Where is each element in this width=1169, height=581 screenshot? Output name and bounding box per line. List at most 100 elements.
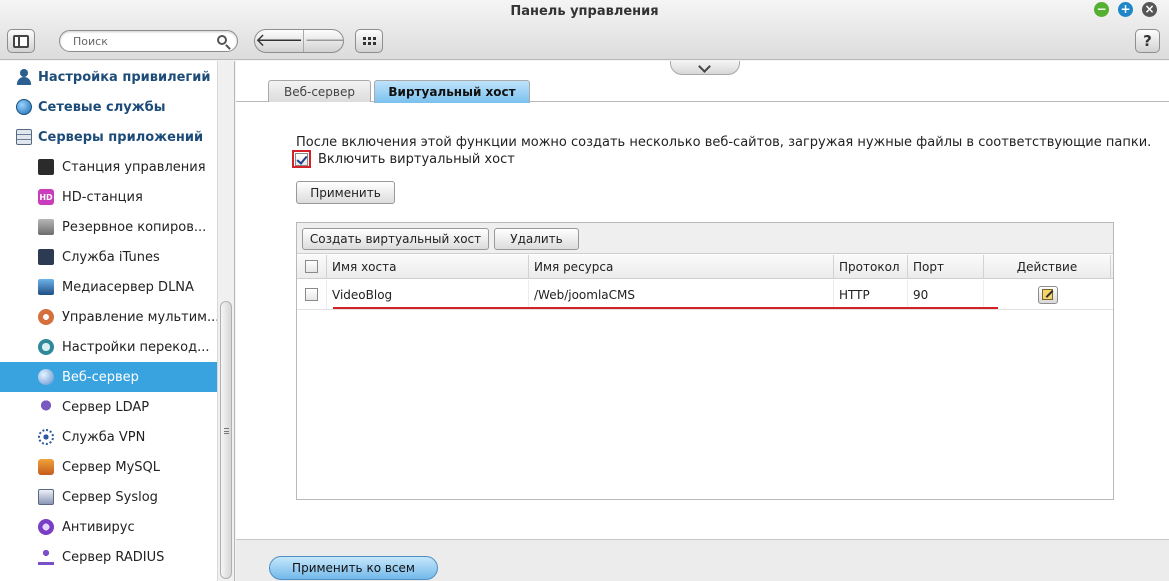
- backup-icon: [38, 219, 54, 235]
- vpn-icon: [38, 429, 54, 445]
- table-row[interactable]: VideoBlog /Web/joomlaCMS HTTP 90: [297, 280, 1113, 310]
- search-box[interactable]: [59, 30, 238, 52]
- vhost-description: После включения этой функции можно созда…: [296, 135, 1152, 150]
- minimize-button[interactable]: −: [1094, 2, 1109, 17]
- title-bar: Панель управления − + × 🡐 🡒 ?: [0, 0, 1169, 60]
- column-header-port[interactable]: Порт: [908, 255, 984, 278]
- sidebar-item-dlna[interactable]: Медиасервер DLNA: [0, 272, 217, 302]
- select-all-checkbox[interactable]: [305, 260, 318, 273]
- sidebar-item-mysql[interactable]: Сервер MySQL: [0, 452, 217, 482]
- sidebar-item-label: Сервер Syslog: [62, 489, 158, 505]
- sidebar-category-privileges[interactable]: Настройка привилегий: [0, 62, 217, 92]
- hd-station-icon: HD: [38, 189, 54, 205]
- search-input[interactable]: [73, 33, 213, 49]
- window-title: Панель управления: [510, 4, 659, 19]
- create-vhost-button[interactable]: Создать виртуальный хост: [302, 228, 489, 250]
- sidebar-item-label: Веб-сервер: [62, 369, 139, 385]
- column-header-host[interactable]: Имя хоста: [327, 255, 529, 278]
- sidebar: Настройка привилегий Сетевые службы Серв…: [0, 61, 235, 581]
- sidebar-item-label: Сервер MySQL: [62, 459, 161, 475]
- column-header-resource[interactable]: Имя ресурса: [529, 255, 834, 278]
- sidebar-category-label: Сетевые службы: [38, 99, 166, 115]
- sidebar-item-itunes[interactable]: Служба iTunes: [0, 242, 217, 272]
- search-icon[interactable]: [217, 35, 227, 45]
- sidebar-item-antivirus[interactable]: Антивирус: [0, 512, 217, 542]
- web-server-icon: [38, 369, 54, 385]
- sidebar-category-label: Серверы приложений: [38, 129, 204, 145]
- ldap-icon: [38, 399, 54, 415]
- grid-toolbar: Создать виртуальный хост Удалить: [297, 223, 1113, 254]
- grip-icon: [224, 428, 229, 434]
- footer-bar: Применить ко всем: [236, 539, 1169, 581]
- apply-button[interactable]: Применить: [296, 181, 395, 204]
- sidebar-scrollbar[interactable]: [217, 61, 234, 581]
- sidebar-item-vpn[interactable]: Служба VPN: [0, 422, 217, 452]
- sidebar-item-multimedia[interactable]: Управление мультим...: [0, 302, 217, 332]
- sidebar-item-ldap[interactable]: Сервер LDAP: [0, 392, 217, 422]
- sidebar-item-radius[interactable]: Сервер RADIUS: [0, 542, 217, 572]
- grid-icon: [362, 37, 376, 45]
- globe-icon: [16, 99, 32, 115]
- tab-virtual-host[interactable]: Виртуальный хост: [374, 80, 530, 103]
- tab-web-server[interactable]: Веб-сервер: [268, 80, 371, 102]
- apps-grid-button[interactable]: [355, 29, 383, 53]
- radius-icon: [38, 549, 54, 565]
- server-icon: [16, 129, 32, 145]
- resource-name-cell: /Web/joomlaCMS: [529, 280, 834, 309]
- sidebar-item-hd-station[interactable]: HD HD-станция: [0, 182, 217, 212]
- annotation-red-underline: [333, 307, 998, 309]
- collapse-header-button[interactable]: [670, 61, 740, 75]
- scrollbar-thumb[interactable]: [220, 301, 232, 579]
- delete-button[interactable]: Удалить: [494, 228, 579, 250]
- surveillance-station-icon: [38, 159, 54, 175]
- sidebar-item-label: HD-станция: [62, 189, 143, 205]
- multimedia-icon: [38, 309, 54, 325]
- syslog-icon: [38, 489, 54, 505]
- back-button[interactable]: 🡐: [255, 30, 303, 52]
- sidebar-item-syslog[interactable]: Сервер Syslog: [0, 482, 217, 512]
- row-checkbox[interactable]: [305, 288, 318, 301]
- sidebar-category-network-services[interactable]: Сетевые службы: [0, 92, 217, 122]
- sidebar-icon: [13, 34, 29, 48]
- enable-vhost-row: Включить виртуальный хост: [292, 150, 515, 168]
- sidebar-item-surveillance-station[interactable]: Станция управления: [0, 152, 217, 182]
- mysql-icon: [38, 459, 54, 475]
- column-header-protocol[interactable]: Протокол: [834, 255, 908, 278]
- itunes-icon: [38, 249, 54, 265]
- sidebar-category-label: Настройка привилегий: [38, 69, 211, 85]
- vhost-grid: Создать виртуальный хост Удалить Имя хос…: [296, 222, 1114, 500]
- person-icon: [16, 69, 32, 85]
- column-header-action: Действие: [984, 255, 1111, 278]
- action-cell: [984, 280, 1111, 309]
- sidebar-item-label: Управление мультим...: [62, 309, 217, 325]
- port-cell: 90: [908, 280, 984, 309]
- sidebar-item-label: Сервер LDAP: [62, 399, 150, 415]
- antivirus-icon: [38, 519, 54, 535]
- sidebar-item-label: Служба VPN: [62, 429, 146, 445]
- apply-to-all-button[interactable]: Применить ко всем: [269, 556, 438, 580]
- sidebar-item-transcode[interactable]: Настройки перекод...: [0, 332, 217, 362]
- toggle-sidebar-button[interactable]: [7, 29, 35, 53]
- sidebar-item-label: Антивирус: [62, 519, 135, 535]
- maximize-button[interactable]: +: [1118, 2, 1133, 17]
- grid-header: Имя хоста Имя ресурса Протокол Порт Дейс…: [297, 255, 1113, 279]
- help-button[interactable]: ?: [1135, 29, 1160, 53]
- transcode-icon: [38, 339, 54, 355]
- navigation-buttons: 🡐 🡒: [254, 29, 344, 53]
- host-name-cell: VideoBlog: [327, 280, 529, 309]
- main-panel: Веб-сервер Виртуальный хост После включе…: [236, 61, 1169, 581]
- edit-icon: [1042, 289, 1053, 300]
- sidebar-item-backup[interactable]: Резервное копиров...: [0, 212, 217, 242]
- forward-button[interactable]: 🡒: [303, 30, 343, 52]
- enable-vhost-label[interactable]: Включить виртуальный хост: [318, 152, 515, 167]
- sidebar-item-label: Станция управления: [62, 159, 206, 175]
- sidebar-item-web-server[interactable]: Веб-сервер: [0, 362, 217, 392]
- close-button[interactable]: ×: [1142, 2, 1157, 17]
- edit-button[interactable]: [1037, 285, 1058, 304]
- dlna-icon: [38, 279, 54, 295]
- select-all-cell: [297, 255, 327, 278]
- enable-vhost-checkbox[interactable]: [295, 152, 308, 166]
- sidebar-category-application-servers[interactable]: Серверы приложений: [0, 122, 217, 152]
- sidebar-item-label: Настройки перекод...: [62, 339, 210, 355]
- row-select-cell: [297, 280, 327, 309]
